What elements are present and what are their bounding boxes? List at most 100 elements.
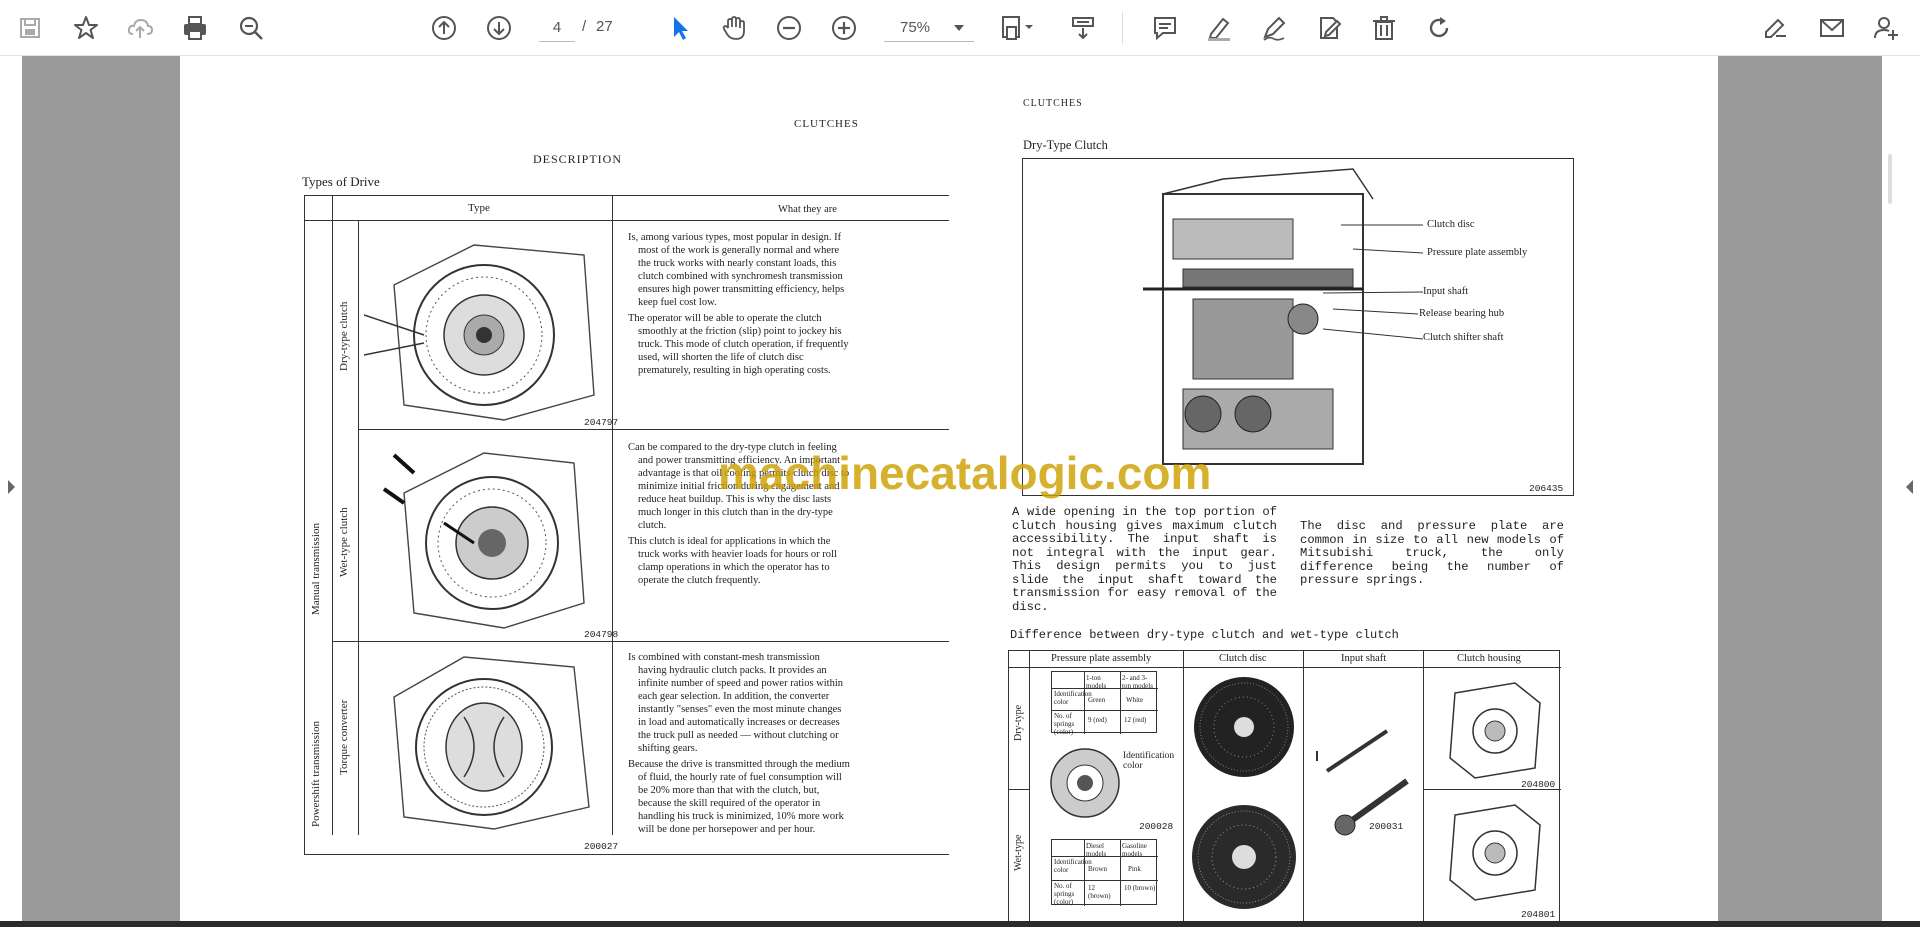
add-user-icon[interactable]: [1866, 8, 1906, 48]
col-type-header: Type: [468, 202, 490, 214]
paragraph-common-size: The disc and pressure plate are common i…: [1300, 519, 1564, 587]
row-wet-type: Wet-type: [1013, 834, 1024, 871]
mini-cell: Brown: [1088, 865, 1108, 873]
difference-title: Difference between dry-type clutch and w…: [1010, 628, 1399, 642]
page-up-icon[interactable]: [424, 8, 464, 48]
col-pressure-plate: Pressure plate assembly: [1051, 653, 1152, 664]
scroll-mode-icon[interactable]: [1063, 8, 1103, 48]
col-input-shaft: Input shaft: [1341, 653, 1387, 664]
section-title: DESCRIPTION: [533, 152, 623, 166]
hand-pan-icon[interactable]: [714, 8, 754, 48]
group-manual-label: Manual transmission: [310, 523, 322, 615]
torque-description: Is combined with constant-mesh transmiss…: [628, 651, 850, 839]
figure-number-pressure-plate: 200028: [1139, 821, 1174, 832]
subtitle: Dry-Type Clutch: [1023, 138, 1108, 152]
callout-pressure-plate: Pressure plate assembly: [1427, 247, 1528, 258]
row-label-dry: Dry-type clutch: [338, 301, 350, 371]
delete-icon[interactable]: [1364, 8, 1404, 48]
identification-color-label: Identification color: [1123, 751, 1175, 771]
bullet: Because the drive is transmitted through…: [628, 759, 850, 835]
col-clutch-disc: Clutch disc: [1219, 653, 1267, 664]
bullet: The operator will be able to operate the…: [628, 313, 849, 376]
bookmark-star-icon[interactable]: [66, 8, 106, 48]
col-clutch-housing: Clutch housing: [1457, 653, 1521, 664]
dry-housing-illustration: [1449, 682, 1541, 779]
figure-number-main: 206435: [1529, 483, 1564, 494]
figure-number-housing-bottom: 204801: [1521, 909, 1556, 920]
pressure-plate-illustration: [1050, 748, 1120, 818]
mini-label: Identification color: [1054, 690, 1092, 706]
wet-clutch-disc-illustration: [1192, 805, 1296, 909]
watermark: machinecatalogic.com: [718, 447, 1212, 499]
wet-clutch-illustration: [382, 452, 585, 629]
dry-clutch-disc-illustration: [1194, 677, 1294, 777]
page-fit-icon[interactable]: [994, 8, 1042, 48]
highlight-pen-icon[interactable]: [1199, 8, 1239, 48]
left-panel-toggle-icon[interactable]: [8, 480, 15, 494]
right-panel-toggle-icon[interactable]: [1906, 480, 1913, 494]
torque-converter-illustration: [393, 656, 590, 830]
wet-mini-table: Diesel models Gasoline models Identifica…: [1051, 839, 1158, 906]
dry-clutch-illustration: [364, 244, 595, 421]
mini-cell: 12 (brown): [1088, 884, 1111, 900]
edit-pdf-icon[interactable]: [1756, 8, 1796, 48]
mini-head: 2- and 3-ton models: [1122, 674, 1153, 690]
bullet: Is, among various types, most popular in…: [628, 232, 845, 308]
callout-clutch-shifter-shaft: Clutch shifter shaft: [1423, 332, 1504, 343]
select-cursor-icon[interactable]: [660, 8, 700, 48]
comment-icon[interactable]: [1145, 8, 1185, 48]
document-viewer[interactable]: CLUTCHES DESCRIPTION Types of Drive Type…: [0, 56, 1920, 927]
rotate-icon[interactable]: [1419, 8, 1459, 48]
bullet: This clutch is ideal for applications in…: [628, 536, 837, 586]
mini-label: Identification color: [1054, 858, 1092, 874]
zoom-search-icon[interactable]: [231, 8, 271, 48]
figure-number-dry: 204797: [584, 417, 619, 428]
group-powershift-label: Powershift transmission: [310, 720, 322, 827]
mini-cell: Green: [1088, 696, 1106, 704]
drive-types-table: Type What they are Manual transmission P…: [304, 195, 949, 855]
dry-description: Is, among various types, most popular in…: [628, 231, 850, 380]
page-down-icon[interactable]: [479, 8, 519, 48]
toolbar: / 27 75%: [0, 0, 1920, 56]
email-icon[interactable]: [1812, 8, 1852, 48]
zoom-value: 75%: [899, 19, 931, 36]
mini-cell: 12 (red): [1124, 716, 1147, 724]
zoom-dropdown[interactable]: 75%: [884, 14, 974, 42]
print-icon[interactable]: [175, 8, 215, 48]
zoom-in-icon[interactable]: [824, 8, 864, 48]
zoom-out-icon[interactable]: [769, 8, 809, 48]
row-label-torque: Torque converter: [338, 699, 350, 775]
page-header: CLUTCHES: [1023, 98, 1083, 109]
page-header: CLUTCHES: [794, 118, 859, 130]
callout-release-bearing-hub: Release bearing hub: [1419, 308, 1505, 319]
wet-housing-illustration: [1449, 804, 1541, 901]
mini-label: No. of springs (color): [1054, 882, 1075, 906]
mini-cell: White: [1126, 696, 1144, 704]
mini-label: No. of springs (color): [1054, 712, 1075, 736]
cloud-upload-icon[interactable]: [120, 8, 160, 48]
mini-cell: 10 (brown): [1124, 884, 1156, 892]
paragraph-opening: A wide opening in the top portion of clu…: [1012, 505, 1277, 614]
row-label-wet: Wet-type clutch: [338, 507, 350, 577]
callout-input-shaft: Input shaft: [1423, 286, 1469, 297]
page-number-input[interactable]: [539, 14, 575, 42]
figure-number-torque: 200027: [584, 841, 619, 852]
bullet: Is combined with constant-mesh transmiss…: [628, 652, 843, 754]
page-separator: /: [582, 18, 587, 35]
sign-icon[interactable]: [1309, 8, 1349, 48]
subtitle: Types of Drive: [302, 174, 380, 189]
difference-table: Pressure plate assembly Clutch disc Inpu…: [1008, 650, 1561, 921]
draw-pen-icon[interactable]: [1254, 8, 1294, 48]
vertical-scrollbar[interactable]: [1888, 154, 1892, 204]
mini-head: Gasoline models: [1122, 842, 1147, 858]
save-icon[interactable]: [10, 8, 50, 48]
col-what-header: What they are: [778, 204, 837, 215]
figure-number-wet: 204798: [584, 629, 619, 640]
row-dry-type: Dry-type: [1013, 704, 1024, 741]
mini-cell: 9 (red): [1088, 716, 1107, 724]
mini-cell: Pink: [1128, 865, 1141, 873]
chevron-down-icon: [954, 24, 964, 31]
figure-number-shaft: 200031: [1369, 821, 1404, 832]
callout-clutch-disc: Clutch disc: [1427, 219, 1475, 230]
figure-number-housing-top: 204800: [1521, 779, 1556, 790]
